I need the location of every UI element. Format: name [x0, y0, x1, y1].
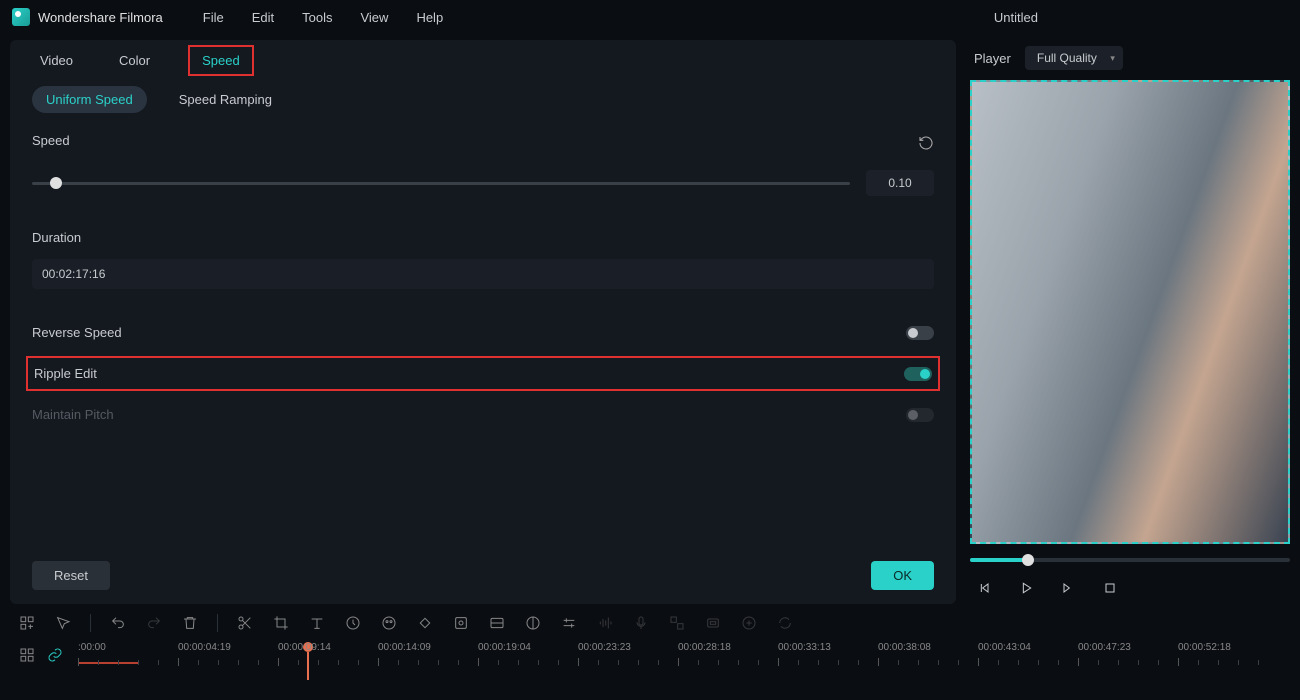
tab-color[interactable]: Color — [111, 49, 158, 72]
timecode-label: 00:00:19:04 — [478, 642, 531, 653]
timeline-toolbar — [0, 604, 1300, 642]
render-icon[interactable] — [740, 614, 758, 632]
timecode-label: 00:00:14:09 — [378, 642, 431, 653]
timecode-label: 00:00:28:18 — [678, 642, 731, 653]
quality-dropdown[interactable]: Full Quality ▾ — [1025, 46, 1123, 70]
reset-button[interactable]: Reset — [32, 561, 110, 590]
keyframe-icon[interactable] — [416, 614, 434, 632]
group-icon[interactable] — [668, 614, 686, 632]
prev-frame-button[interactable] — [974, 578, 994, 598]
reverse-speed-toggle[interactable] — [906, 326, 934, 340]
play-pause-button[interactable] — [1016, 578, 1036, 598]
delete-icon[interactable] — [181, 614, 199, 632]
speed-slider-knob[interactable] — [50, 177, 62, 189]
app-brand: Wondershare Filmora — [12, 8, 163, 26]
crop-icon[interactable] — [272, 614, 290, 632]
timecode-label: 00:00:47:23 — [1078, 642, 1131, 653]
voiceover-icon[interactable] — [632, 614, 650, 632]
menu-file[interactable]: File — [203, 10, 224, 25]
audio-icon[interactable] — [596, 614, 614, 632]
tab-speed[interactable]: Speed — [188, 45, 254, 76]
player-panel: Player Full Quality ▾ — [970, 40, 1290, 604]
duration-input[interactable] — [32, 259, 934, 289]
subtab-speed-ramping[interactable]: Speed Ramping — [165, 86, 286, 113]
speed-slider[interactable] — [32, 182, 850, 185]
timecode-label: 00:00:23:23 — [578, 642, 631, 653]
speed-value[interactable]: 0.10 — [866, 170, 934, 196]
menu-tools[interactable]: Tools — [302, 10, 332, 25]
greenscreen-icon[interactable] — [452, 614, 470, 632]
next-frame-button[interactable] — [1058, 578, 1078, 598]
color-icon[interactable] — [380, 614, 398, 632]
quality-value[interactable]: Full Quality — [1025, 46, 1123, 70]
app-logo-icon — [12, 8, 30, 26]
track-options-icon[interactable] — [18, 646, 36, 664]
maintain-pitch-toggle — [906, 408, 934, 422]
ripple-edit-toggle[interactable] — [904, 367, 932, 381]
ripple-edit-label: Ripple Edit — [34, 366, 97, 381]
sync-icon[interactable] — [776, 614, 794, 632]
mask-icon[interactable] — [524, 614, 542, 632]
timeline-ruler[interactable]: :00:00 00:00:04:19 00:00:09:14 00:00:14:09 0… — [0, 642, 1300, 690]
ok-button[interactable]: OK — [871, 561, 934, 590]
split-icon[interactable] — [236, 614, 254, 632]
document-title: Untitled — [994, 10, 1038, 25]
properties-panel: Video Color Speed Uniform Speed Speed Ra… — [10, 40, 956, 604]
stop-button[interactable] — [1100, 578, 1120, 598]
menu-help[interactable]: Help — [416, 10, 443, 25]
detach-audio-icon[interactable] — [488, 614, 506, 632]
timecode-label: :00:00 — [78, 642, 106, 653]
timecode-label: 00:00:43:04 — [978, 642, 1031, 653]
player-label: Player — [974, 51, 1011, 66]
cursor-icon[interactable] — [54, 614, 72, 632]
undo-icon[interactable] — [109, 614, 127, 632]
timecode-label: 00:00:09:14 — [278, 642, 331, 653]
speed-label: Speed — [32, 133, 70, 148]
add-media-icon[interactable] — [18, 614, 36, 632]
timecode-label: 00:00:38:08 — [878, 642, 931, 653]
tab-video[interactable]: Video — [32, 49, 81, 72]
timecode-label: 00:00:33:13 — [778, 642, 831, 653]
menu-view[interactable]: View — [360, 10, 388, 25]
timecode-label: 00:00:52:18 — [1178, 642, 1231, 653]
app-name: Wondershare Filmora — [38, 10, 163, 25]
scrubber-knob[interactable] — [1022, 554, 1034, 566]
subtab-uniform-speed[interactable]: Uniform Speed — [32, 86, 147, 113]
player-scrubber[interactable] — [970, 558, 1290, 562]
reset-speed-icon[interactable] — [918, 135, 934, 154]
redo-icon[interactable] — [145, 614, 163, 632]
timecode-label: 00:00:04:19 — [178, 642, 231, 653]
lock-icon[interactable] — [704, 614, 722, 632]
link-icon[interactable] — [46, 646, 64, 664]
reverse-speed-label: Reverse Speed — [32, 325, 122, 340]
adjust-icon[interactable] — [560, 614, 578, 632]
menu-edit[interactable]: Edit — [252, 10, 274, 25]
maintain-pitch-label: Maintain Pitch — [32, 407, 114, 422]
text-icon[interactable] — [308, 614, 326, 632]
video-preview[interactable] — [970, 80, 1290, 544]
speed-icon[interactable] — [344, 614, 362, 632]
duration-label: Duration — [32, 230, 934, 245]
